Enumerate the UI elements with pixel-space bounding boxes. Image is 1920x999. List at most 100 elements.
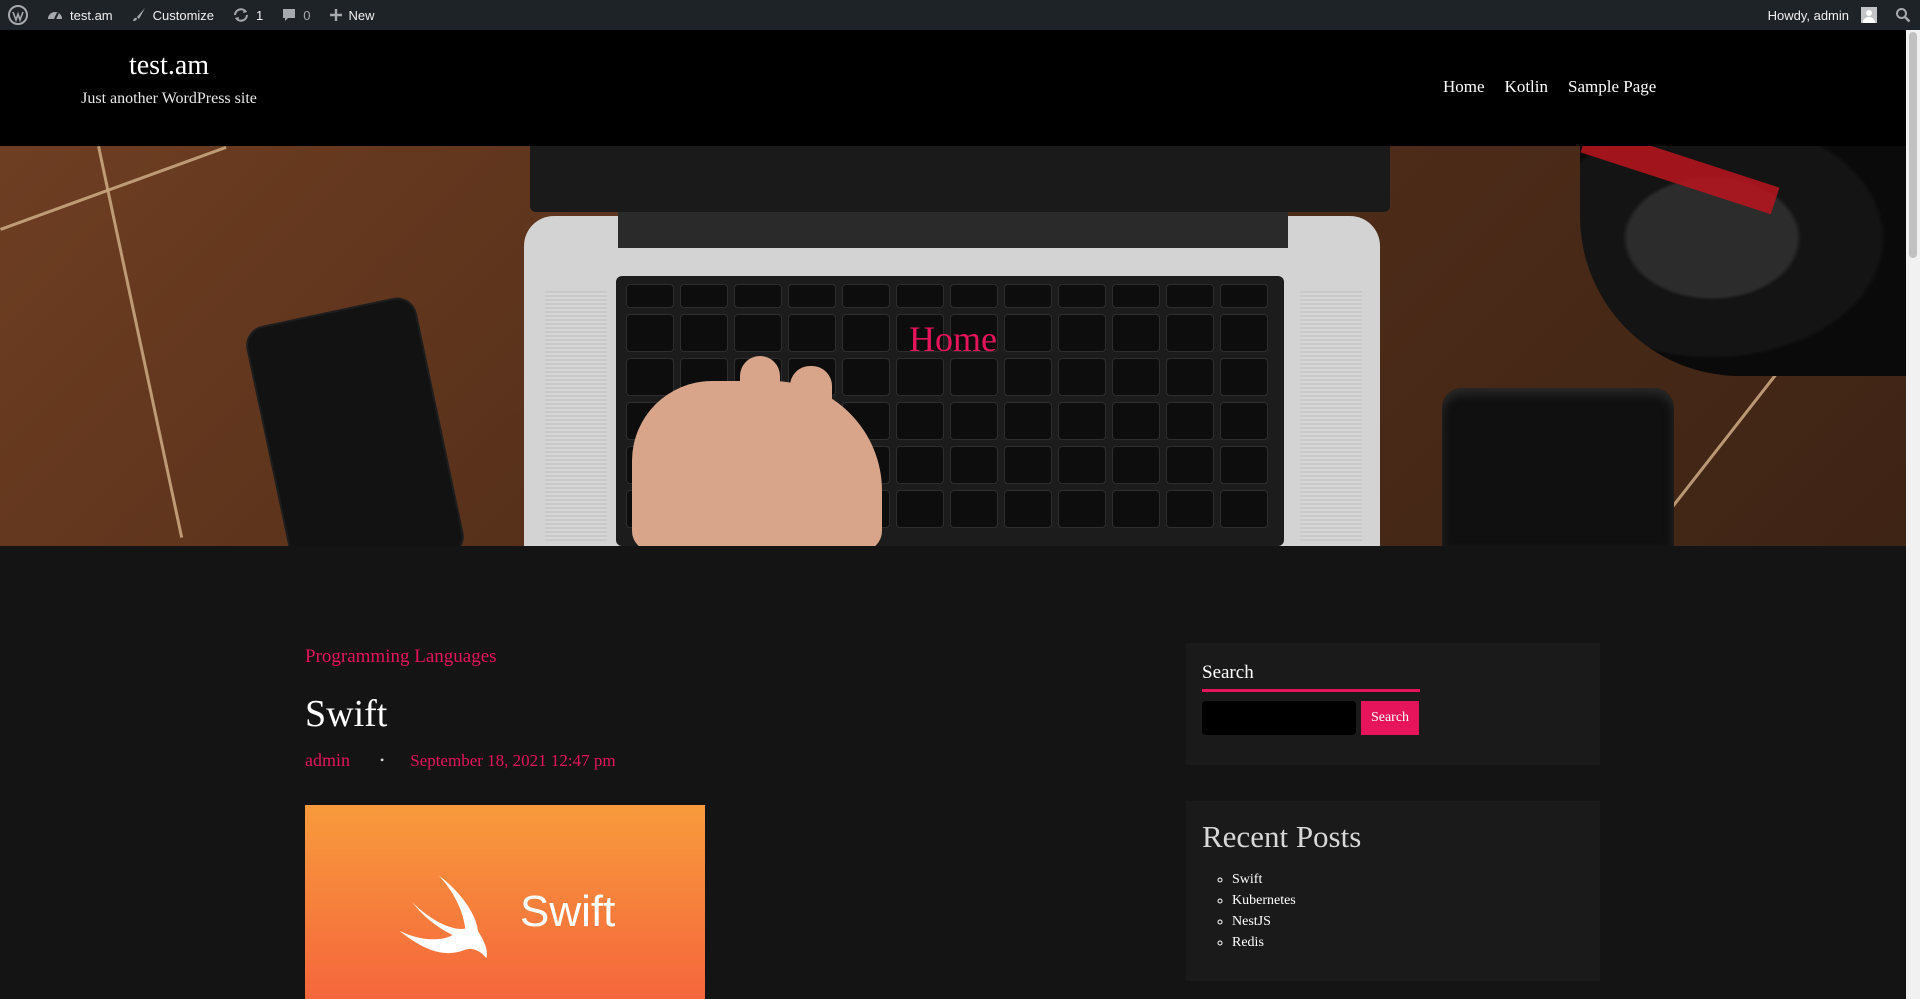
- keyboard-key: [896, 358, 944, 396]
- keyboard-key: [1220, 490, 1268, 528]
- finger-photo: [790, 366, 832, 516]
- keyboard-key: [842, 358, 890, 396]
- laptop-hinge: [618, 212, 1288, 248]
- keyboard-key: [950, 284, 998, 308]
- finger-photo: [740, 356, 780, 466]
- recent-posts-widget: Recent Posts Swift Kubernetes NestJS Red…: [1186, 801, 1600, 981]
- search-button[interactable]: Search: [1361, 701, 1419, 735]
- post-title[interactable]: Swift: [305, 692, 865, 736]
- comments-menu[interactable]: 0: [272, 0, 319, 30]
- keyboard-key: [1112, 402, 1160, 440]
- customize-menu[interactable]: Customize: [122, 0, 223, 30]
- keyboard-key: [1166, 284, 1214, 308]
- updates-menu[interactable]: 1: [223, 0, 272, 30]
- keyboard-key: [1058, 402, 1106, 440]
- wp-logo-menu[interactable]: [0, 0, 37, 30]
- new-content-menu[interactable]: New: [320, 0, 384, 30]
- post-category[interactable]: Programming Languages: [305, 646, 865, 668]
- new-label: New: [348, 7, 375, 23]
- my-account-menu[interactable]: Howdy, admin: [1760, 0, 1886, 30]
- post-date[interactable]: September 18, 2021 12:47 pm: [410, 751, 615, 771]
- avatar-icon: [1861, 7, 1877, 23]
- keyboard-key: [950, 358, 998, 396]
- recent-posts-list: Swift Kubernetes NestJS Redis: [1202, 869, 1296, 953]
- brush-icon: [131, 7, 147, 23]
- search-icon: [1895, 7, 1911, 23]
- site-branding: test.am Just another WordPress site: [0, 52, 338, 108]
- keyboard-key: [788, 284, 836, 308]
- search-input[interactable]: [1202, 701, 1356, 735]
- keyboard-key: [896, 446, 944, 484]
- keyboard-key: [896, 284, 944, 308]
- updates-count: 1: [256, 7, 264, 23]
- nav-item-home[interactable]: Home: [1443, 77, 1485, 97]
- site-header: test.am Just another WordPress site Home…: [0, 30, 1906, 146]
- finger-photo: [840, 476, 880, 546]
- keyboard-key: [1058, 446, 1106, 484]
- keyboard-key: [1112, 446, 1160, 484]
- nav-item-sample-page[interactable]: Sample Page: [1568, 77, 1656, 97]
- keyboard-key: [896, 490, 944, 528]
- keyboard-key: [1112, 358, 1160, 396]
- search-widget: Search Search: [1186, 643, 1600, 765]
- recent-post-link[interactable]: Redis: [1232, 932, 1296, 953]
- recent-post-link[interactable]: Kubernetes: [1232, 890, 1296, 911]
- keyboard-key: [1166, 402, 1214, 440]
- keyboard-key: [1220, 446, 1268, 484]
- site-title[interactable]: test.am: [0, 52, 338, 80]
- customize-label: Customize: [152, 7, 215, 23]
- keyboard-key: [1220, 402, 1268, 440]
- admin-search[interactable]: [1886, 0, 1920, 30]
- keyboard-key: [626, 358, 674, 396]
- keyboard-key: [1166, 358, 1214, 396]
- post-thumbnail[interactable]: Swift: [305, 805, 705, 999]
- recent-post-link[interactable]: NestJS: [1232, 911, 1296, 932]
- search-widget-title: Search: [1202, 662, 1254, 683]
- title-underline: [1202, 689, 1420, 692]
- howdy-label: Howdy, admin: [1767, 7, 1849, 23]
- site-tagline: Just another WordPress site: [81, 90, 257, 107]
- meta-separator: •: [380, 753, 385, 767]
- post-author[interactable]: admin: [305, 750, 350, 771]
- keyboard-key: [680, 284, 728, 308]
- nav-item-kotlin[interactable]: Kotlin: [1505, 77, 1548, 97]
- post-entry: Programming Languages Swift admin • Sept…: [305, 646, 865, 771]
- wallet-photo: [1442, 388, 1674, 546]
- keyboard-key: [1112, 284, 1160, 308]
- keyboard-key: [896, 402, 944, 440]
- laptop-screen: [530, 146, 1390, 212]
- keyboard-key: [1058, 284, 1106, 308]
- site-name-label: test.am: [70, 7, 113, 23]
- keyboard-key: [626, 284, 674, 308]
- keyboard-key: [950, 402, 998, 440]
- hero-banner: Home: [0, 146, 1906, 546]
- page-scrollbar[interactable]: [1906, 30, 1920, 999]
- comment-icon: [281, 7, 297, 23]
- recent-posts-title: Recent Posts: [1202, 819, 1362, 854]
- keyboard-key: [842, 284, 890, 308]
- site-name-menu[interactable]: test.am: [37, 0, 122, 30]
- keyboard-key: [950, 446, 998, 484]
- swift-logo-icon: [399, 875, 487, 959]
- keyboard-key: [1220, 284, 1268, 308]
- recent-post-link[interactable]: Swift: [1232, 869, 1296, 890]
- keyboard-key: [1004, 284, 1052, 308]
- main-content: Programming Languages Swift admin • Sept…: [0, 546, 1906, 999]
- hero-title: Home: [909, 319, 997, 359]
- post-meta: admin • September 18, 2021 12:47 pm: [305, 750, 865, 771]
- thumbnail-text: Swift: [520, 887, 616, 936]
- comments-count: 0: [303, 7, 311, 23]
- keyboard-key: [1220, 358, 1268, 396]
- wordpress-icon: [8, 5, 28, 25]
- keyboard-key: [1004, 490, 1052, 528]
- keyboard-key: [1004, 402, 1052, 440]
- keyboard-key: [950, 490, 998, 528]
- keyboard-key: [1058, 358, 1106, 396]
- keyboard-key: [1058, 490, 1106, 528]
- plus-icon: [329, 8, 343, 22]
- keyboard-key: [1166, 446, 1214, 484]
- keyboard-key: [1004, 446, 1052, 484]
- primary-menu: Home Kotlin Sample Page: [1443, 77, 1656, 97]
- scrollbar-thumb[interactable]: [1909, 32, 1917, 258]
- keyboard-key: [1166, 490, 1214, 528]
